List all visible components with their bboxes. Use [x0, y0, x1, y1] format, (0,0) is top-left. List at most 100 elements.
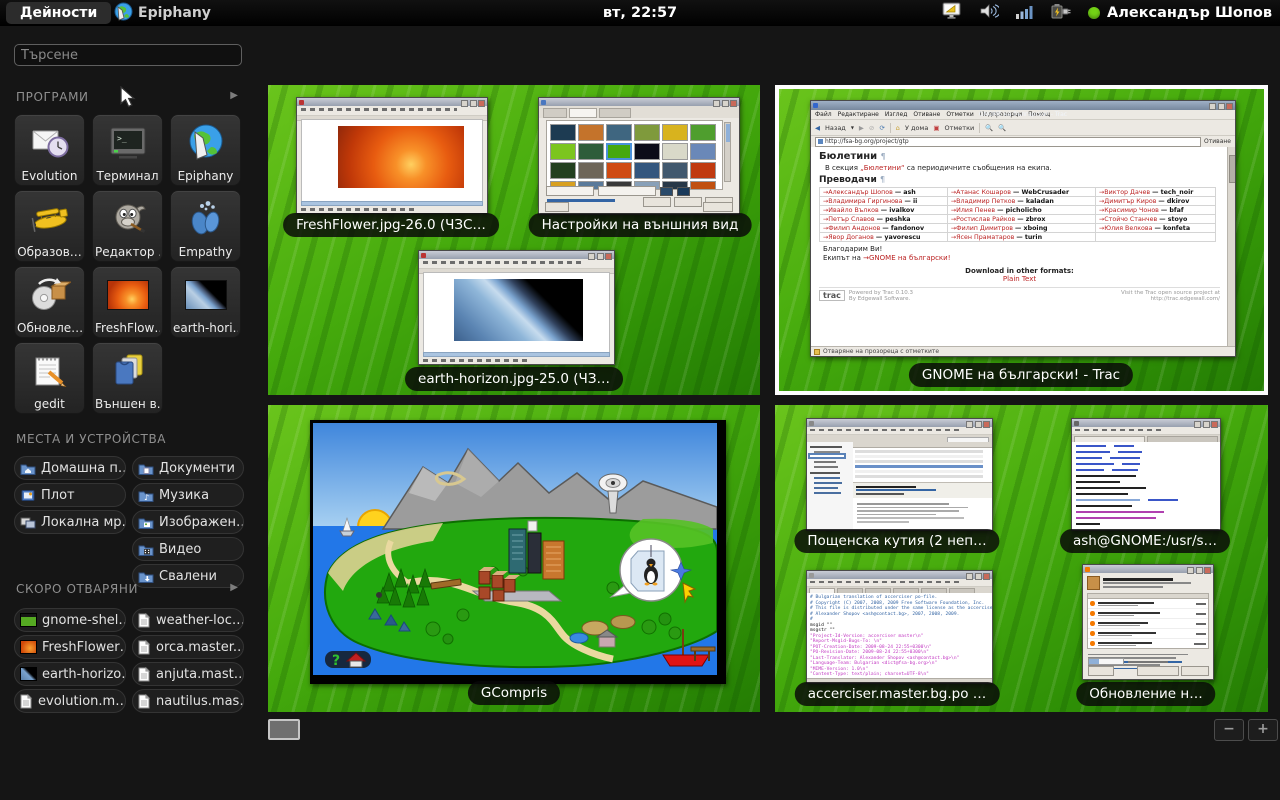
flower-thumbnail-icon: [107, 271, 149, 319]
place-item-downloads[interactable]: Свалени: [132, 564, 244, 588]
activities-button[interactable]: Дейности: [6, 2, 111, 24]
place-item-pictures[interactable]: Изображен…: [132, 510, 244, 534]
mail-message-list: [853, 442, 992, 482]
app-tile-earth-horizon[interactable]: earth-hori…: [170, 266, 241, 338]
app-tile-empathy[interactable]: Empathy: [170, 190, 241, 262]
user-name: Александър Шопов: [1107, 5, 1272, 21]
terminal-icon: >_: [107, 119, 149, 167]
places-header: МЕСТА И УСТРОЙСТВА: [16, 432, 166, 446]
app-label: Образов…: [17, 243, 82, 261]
app-menu-label: Epiphany: [138, 5, 211, 21]
gedit-text-area: # Bulgarian translation of accerciser po…: [807, 593, 992, 679]
place-item-desktop[interactable]: Плот: [14, 483, 126, 507]
window-titlebar: [807, 571, 992, 579]
workspace-2-active[interactable]: GNOME на български! - Trac ФайлРедактира…: [775, 85, 1268, 395]
recent-item[interactable]: FreshFlower…: [14, 635, 126, 659]
recent-item[interactable]: orca.master.…: [132, 635, 244, 659]
app-label: Терминал: [96, 167, 158, 185]
window-evolution-mail[interactable]: [806, 418, 993, 531]
window-appearance-preferences[interactable]: [538, 97, 740, 215]
place-item-videos[interactable]: Видео: [132, 537, 244, 561]
text-document-icon: [138, 667, 151, 682]
app-tile-evolution[interactable]: Evolution: [14, 114, 85, 186]
app-tile-education[interactable]: Образов…: [14, 190, 85, 262]
window-menubar: [297, 108, 487, 116]
gcompris-scene: ?: [313, 423, 717, 675]
go-button: Отиване: [1204, 138, 1231, 145]
app-tile-terminal[interactable]: >_ Терминал: [92, 114, 163, 186]
network-places-icon: [20, 516, 36, 529]
text-document-icon: [138, 613, 151, 628]
window-terminal[interactable]: [1071, 418, 1221, 531]
recent-expander-icon[interactable]: ▶: [230, 582, 238, 593]
window-gcompris[interactable]: ?: [310, 420, 726, 684]
window-gimp-freshflower[interactable]: [296, 97, 488, 214]
window-epiphany-trac[interactable]: GNOME на български! - Trac ФайлРедактира…: [810, 100, 1236, 357]
svg-text:?: ?: [332, 653, 340, 669]
app-menu[interactable]: Epiphany: [114, 2, 211, 24]
trac-footer: trac Powered by Trac 0.10.3By Edgewall S…: [819, 287, 1220, 302]
scrollbar: [1227, 147, 1235, 347]
window-titlebar: GNOME на български! - Trac: [811, 101, 1235, 110]
workspace-3[interactable]: ? GCompris: [268, 405, 760, 712]
recent-item[interactable]: weather-loc…: [132, 608, 244, 632]
window-update-manager[interactable]: [1082, 564, 1214, 680]
app-tile-software-update[interactable]: Обновле…: [14, 266, 85, 338]
app-label: Evolution: [22, 167, 78, 185]
place-item-home[interactable]: Домашна п…: [14, 456, 126, 480]
workspace-1[interactable]: FreshFlower.jpg-26.0 (ЧЗС… Настройки на …: [268, 85, 760, 395]
earth-image: [454, 279, 584, 341]
text-document-icon: [138, 640, 151, 655]
app-tile-freshflower[interactable]: FreshFlow…: [92, 266, 163, 338]
mouse-cursor: [120, 86, 138, 113]
display-settings-icon[interactable]: [942, 2, 963, 24]
battery-power-icon[interactable]: [1050, 3, 1071, 24]
recent-item[interactable]: evolution.m…: [14, 689, 126, 713]
window-label: ash@GNOME:/usr/s…: [1060, 529, 1230, 553]
search-input[interactable]: [14, 44, 242, 66]
network-signal-icon[interactable]: [1016, 4, 1033, 23]
app-label: Редактор …: [95, 243, 160, 261]
add-workspace-button[interactable]: +: [1248, 719, 1278, 741]
presence-available-icon: [1088, 7, 1100, 19]
app-label: Обновле…: [17, 319, 82, 337]
recent-item[interactable]: anjuta.mast…: [132, 662, 244, 686]
workspace-thumb[interactable]: [268, 719, 300, 740]
programs-expander-icon[interactable]: ▶: [230, 90, 238, 101]
places-column-1: Домашна п… Плот Локална мр…: [14, 456, 126, 537]
music-folder-icon: ♪: [138, 489, 154, 502]
app-tile-appearance[interactable]: Външен в…: [92, 342, 163, 414]
recent-item[interactable]: earth-horizo…: [14, 662, 126, 686]
window-label: GNOME на български! - Trac: [909, 363, 1133, 387]
clock[interactable]: вт, 22:57: [560, 0, 720, 26]
window-titlebar: [1072, 419, 1220, 427]
window-label: Обновление н…: [1076, 682, 1215, 706]
window-gedit-po[interactable]: # Bulgarian translation of accerciser po…: [806, 570, 993, 684]
window-label: GCompris: [468, 681, 560, 705]
place-item-music[interactable]: ♪ Музика: [132, 483, 244, 507]
workspace-4[interactable]: # Bulgarian translation of accerciser po…: [775, 405, 1268, 712]
home-folder-icon: [20, 462, 36, 475]
app-tile-image-editor[interactable]: Редактор …: [92, 190, 163, 262]
place-item-network[interactable]: Локална мр…: [14, 510, 126, 534]
recent-column-2: weather-loc… orca.master.… anjuta.mast… …: [132, 608, 244, 716]
recent-item[interactable]: nautilus.mas…: [132, 689, 244, 713]
user-menu[interactable]: Александър Шопов: [1088, 5, 1272, 21]
places-column-2: Документи ♪ Музика Изображен… Видео Свал…: [132, 456, 244, 591]
window-label: earth-horizon.jpg-25.0 (ЧЗ…: [405, 367, 623, 391]
remove-workspace-button[interactable]: −: [1214, 719, 1244, 741]
recent-item[interactable]: gnome-shel…: [14, 608, 126, 632]
update-header: [1083, 573, 1213, 593]
app-tile-epiphany[interactable]: Epiphany: [170, 114, 241, 186]
gimp-canvas: [301, 119, 483, 202]
app-tile-gedit[interactable]: gedit: [14, 342, 85, 414]
place-item-documents[interactable]: Документи: [132, 456, 244, 480]
window-gimp-earth-horizon[interactable]: [418, 250, 615, 365]
wallpaper-grid: [546, 120, 723, 190]
window-label: FreshFlower.jpg-26.0 (ЧЗС…: [283, 213, 499, 237]
window-titlebar: [1083, 565, 1213, 573]
url-text: http://fsa-bg.org/project/gtp: [825, 138, 909, 145]
app-label: Empathy: [179, 243, 233, 261]
browser-statusbar: Отваряне на прозореца с отметките: [811, 346, 1235, 356]
volume-icon[interactable]: [980, 3, 999, 23]
